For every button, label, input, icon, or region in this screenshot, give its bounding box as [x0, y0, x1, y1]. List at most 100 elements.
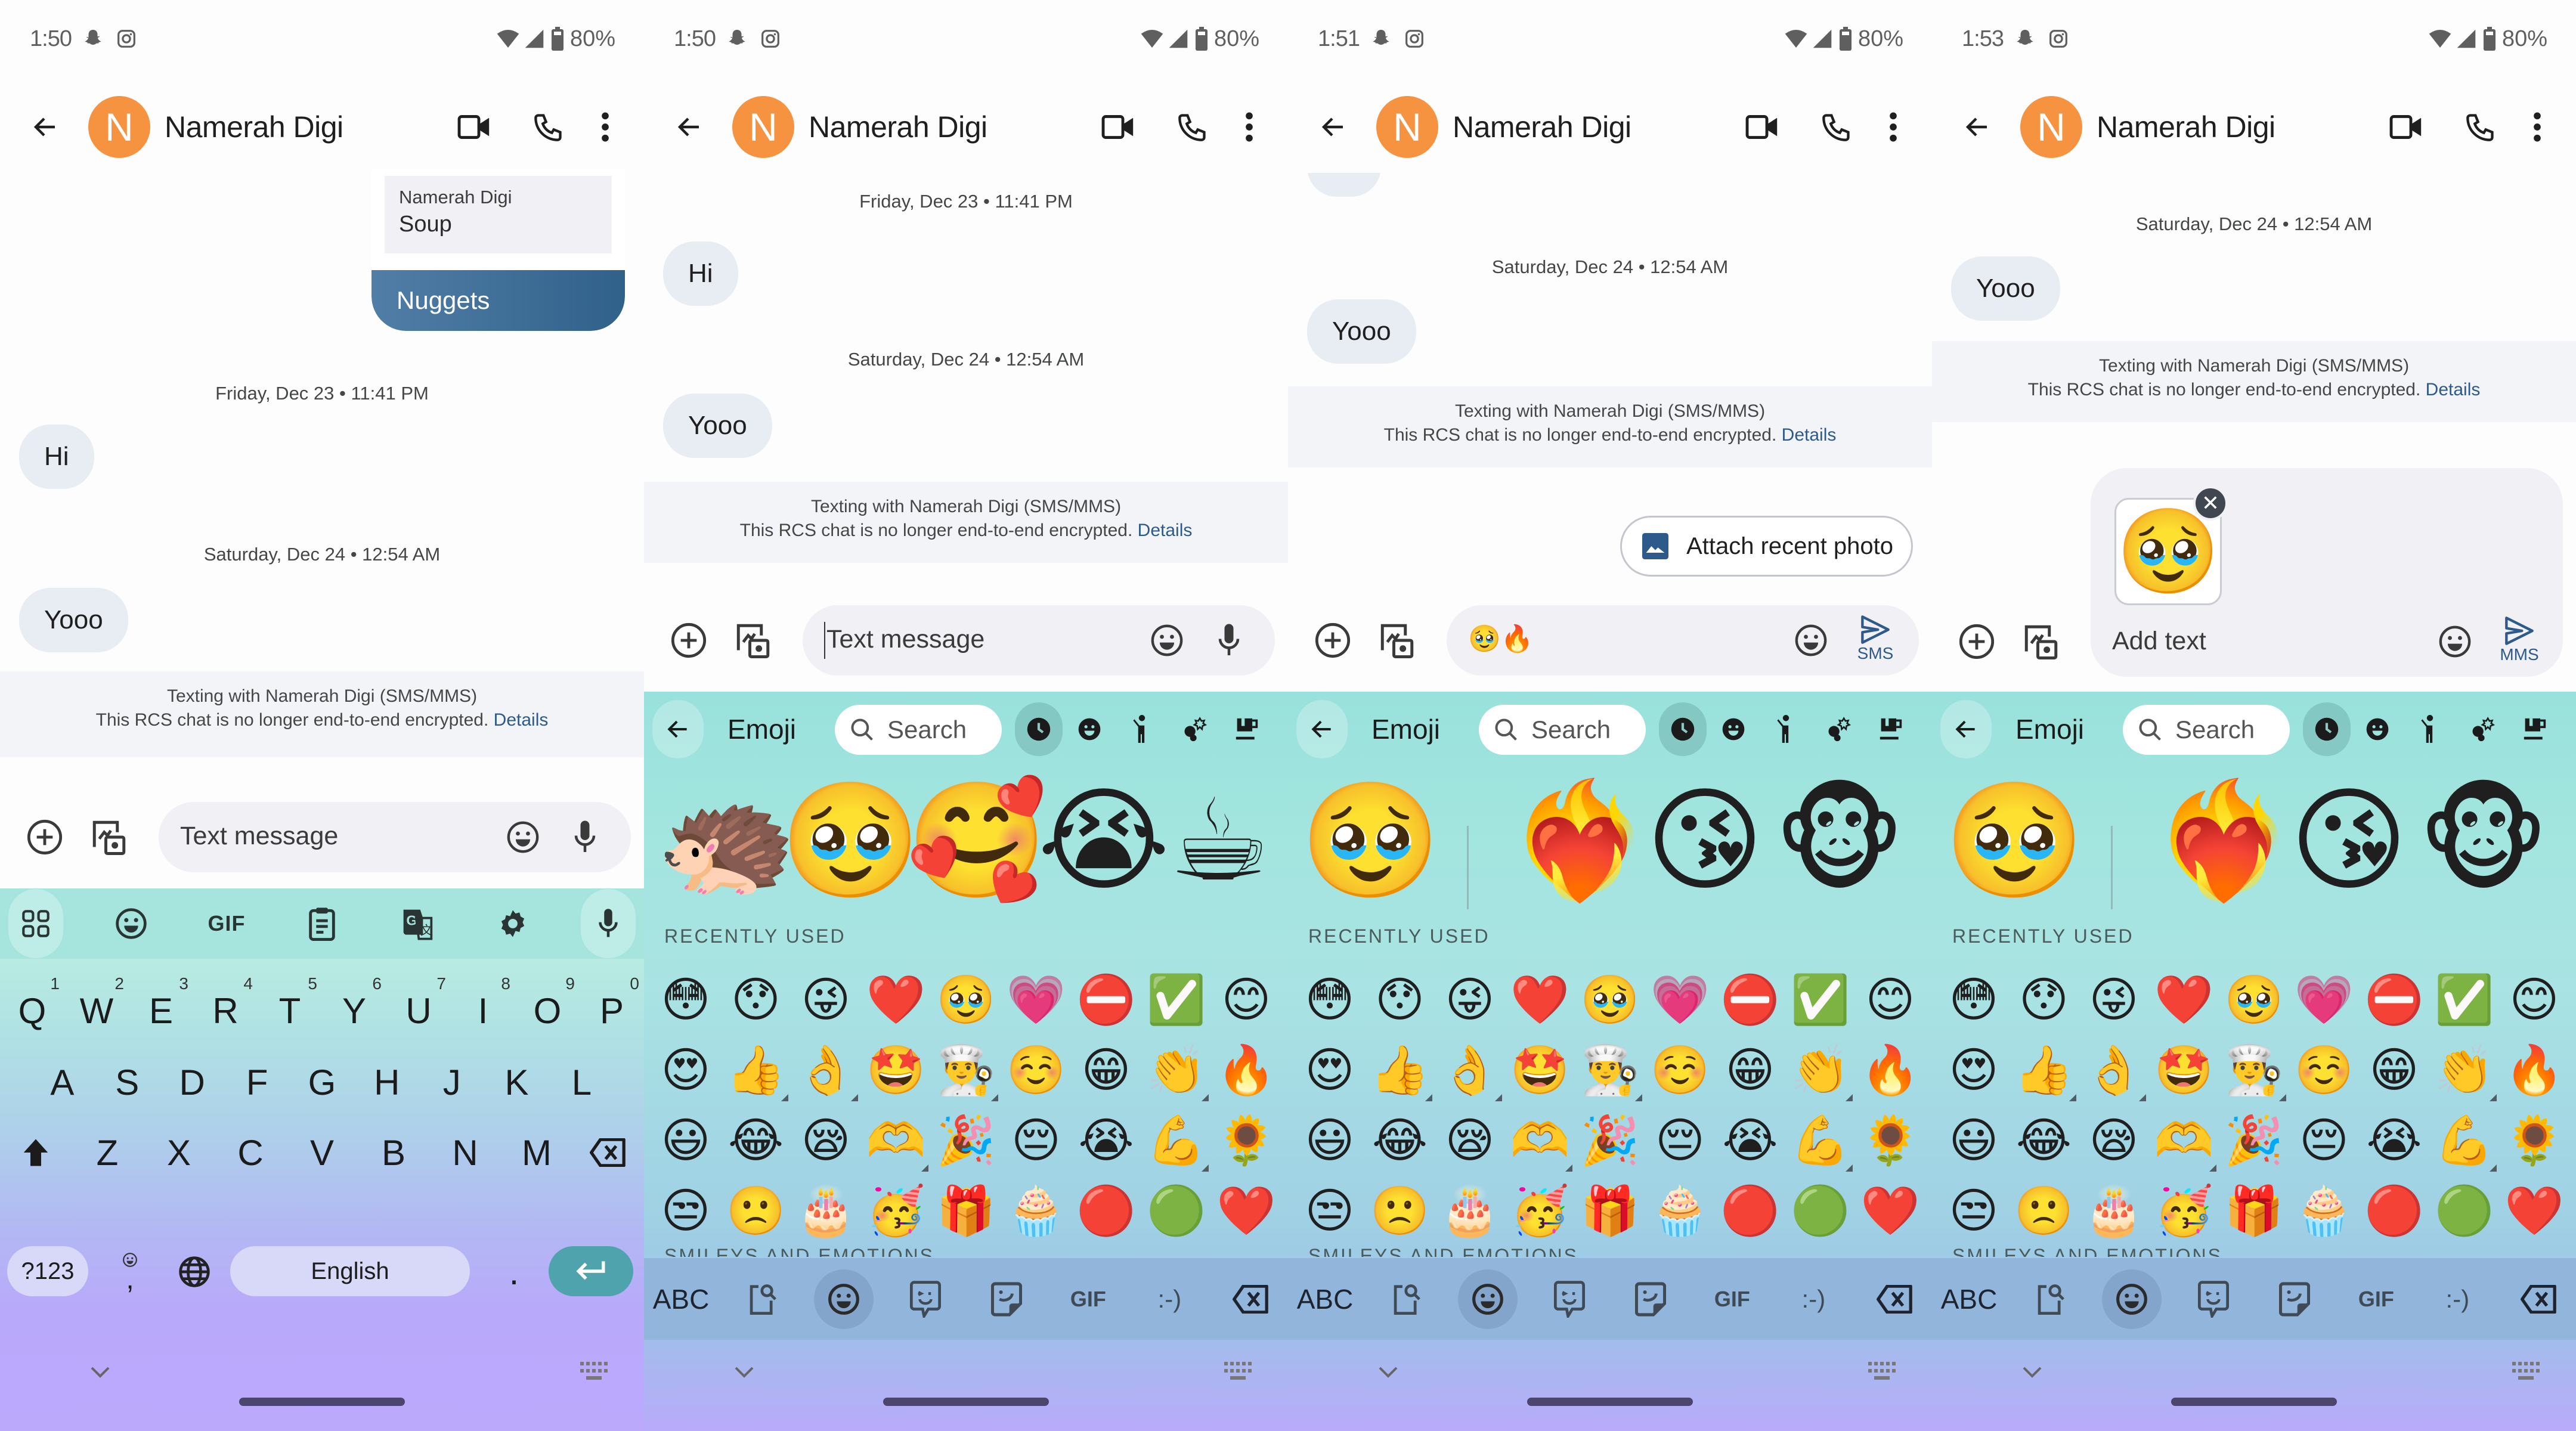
translate-button[interactable]: G文 — [390, 889, 445, 958]
category-recent-tab[interactable] — [1659, 702, 1707, 756]
phone-call-button[interactable] — [2457, 103, 2504, 151]
emoji-key[interactable]: ❤️ — [2151, 976, 2218, 1024]
category-recent-tab[interactable] — [1015, 702, 1063, 756]
emoji-key[interactable]: 👌 — [2080, 1046, 2147, 1101]
emoji-key[interactable]: ☺️ — [1003, 1046, 1070, 1094]
stickers-button[interactable] — [1621, 1269, 1680, 1329]
emoji-key[interactable]: 😪 — [2080, 1117, 2147, 1164]
emoji-key[interactable]: 😯 — [1367, 976, 1433, 1024]
key-k[interactable]: K — [487, 1049, 547, 1115]
abc-keyboard-button[interactable]: ABC — [651, 1269, 711, 1329]
message-input[interactable]: Text message — [159, 802, 631, 872]
emoji-key[interactable]: 😳 — [652, 976, 719, 1024]
hide-keyboard-chevron-icon[interactable] — [88, 1359, 112, 1383]
key-z[interactable]: Z — [78, 1120, 137, 1185]
sticker-search-button[interactable] — [2021, 1269, 2080, 1329]
hide-keyboard-chevron-icon[interactable] — [732, 1359, 756, 1383]
stickers-button[interactable] — [2265, 1269, 2324, 1329]
emoji-key[interactable]: 🟢 — [1787, 1187, 1854, 1235]
key-a[interactable]: A — [32, 1049, 92, 1115]
emoticons-button[interactable]: :-) — [1140, 1269, 1199, 1329]
emoji-key[interactable]: 🟢 — [2431, 1187, 2498, 1235]
emoji-key[interactable]: 💗 — [1647, 976, 1714, 1024]
sticker-suggestion[interactable]: 🦔 — [656, 784, 797, 897]
emoji-key[interactable]: 👨‍🍳 — [2221, 1046, 2287, 1101]
key-x[interactable]: X — [149, 1120, 209, 1185]
comma-key[interactable]: , — [100, 1239, 160, 1305]
emoji-key[interactable]: 💗 — [2291, 976, 2358, 1024]
gallery-button[interactable] — [1376, 620, 1418, 661]
key-g[interactable]: G — [292, 1049, 352, 1115]
category-food-tab[interactable] — [1870, 708, 1912, 750]
category-recent-tab[interactable] — [2303, 702, 2351, 756]
stickers-button[interactable] — [977, 1269, 1036, 1329]
emoji-key[interactable]: 😳 — [1940, 976, 2007, 1024]
emoji-key[interactable]: 😍 — [1296, 1046, 1363, 1094]
emoji-key[interactable]: 😊 — [1857, 976, 1924, 1024]
message-input[interactable]: Text message — [803, 605, 1275, 676]
emoji-key[interactable]: 🔥 — [1213, 1046, 1280, 1094]
emoji-key[interactable]: ✅ — [2431, 976, 2498, 1024]
phone-call-button[interactable] — [1169, 103, 1216, 151]
video-call-button[interactable] — [2383, 103, 2431, 151]
emoji-key[interactable]: ❤️ — [863, 976, 930, 1024]
add-attachment-button[interactable] — [668, 620, 710, 661]
keyboard-switcher-icon[interactable] — [1866, 1359, 1896, 1383]
emoji-key[interactable]: 🎂 — [792, 1187, 859, 1235]
emoji-key[interactable]: 🙁 — [1367, 1187, 1433, 1235]
gallery-button[interactable] — [88, 816, 130, 858]
message-bubble[interactable]: Hi — [19, 425, 94, 489]
attach-recent-photo-button[interactable]: Attach recent photo — [1620, 516, 1913, 577]
key-y[interactable]: Y6 — [324, 974, 384, 1043]
emoji-key[interactable]: 💪 — [1787, 1117, 1854, 1172]
emoji-key[interactable]: 😃 — [1296, 1117, 1363, 1164]
emoji-key[interactable]: 👍 — [1367, 1046, 1433, 1101]
bitmoji-button[interactable] — [896, 1269, 955, 1329]
symbols-key[interactable]: ?123 — [7, 1246, 88, 1296]
emoji-key[interactable]: 🎉 — [933, 1117, 999, 1164]
emoticons-button[interactable]: :-) — [1784, 1269, 1843, 1329]
keyboard-switcher-icon[interactable] — [2510, 1359, 2540, 1383]
hide-keyboard-chevron-icon[interactable] — [1376, 1359, 1400, 1383]
emoji-kitchen-sticker[interactable]: 😘 — [1646, 784, 1764, 897]
gallery-button[interactable] — [732, 620, 774, 661]
gif-button[interactable]: GIF — [199, 889, 254, 958]
emoji-key[interactable]: 😒 — [652, 1187, 719, 1235]
backspace-button[interactable] — [2509, 1269, 2569, 1329]
gif-button[interactable]: GIF — [1702, 1269, 1762, 1329]
key-e[interactable]: E3 — [131, 974, 191, 1043]
bitmoji-button[interactable] — [2184, 1269, 2243, 1329]
key-j[interactable]: J — [422, 1049, 482, 1115]
message-bubble[interactable]: Hi — [663, 241, 738, 306]
category-smileys-tab[interactable] — [2357, 708, 2398, 750]
emoji-key[interactable]: 🥹 — [933, 976, 999, 1024]
category-people-tab[interactable] — [2409, 708, 2451, 750]
details-link[interactable]: Details — [494, 710, 549, 730]
emoji-key[interactable]: ⛔ — [1717, 976, 1784, 1024]
message-bubble[interactable]: Yooo — [1307, 299, 1416, 364]
backspace-button[interactable] — [1865, 1269, 1925, 1329]
emoji-key[interactable]: 💪 — [1143, 1117, 1210, 1172]
sticker-suggestion[interactable]: 🥰 — [906, 784, 1048, 897]
emoji-key[interactable]: 😜 — [2080, 976, 2147, 1024]
category-people-tab[interactable] — [1121, 708, 1163, 750]
emoji-key[interactable]: 😒 — [1940, 1187, 2007, 1235]
apps-button[interactable] — [8, 889, 63, 958]
key-o[interactable]: O9 — [518, 974, 577, 1043]
contact-name[interactable]: Namerah Digi — [165, 110, 343, 144]
emoji-key[interactable]: 🌻 — [2501, 1117, 2568, 1164]
voice-typing-button[interactable] — [581, 889, 636, 958]
details-link[interactable]: Details — [1138, 521, 1193, 540]
remove-attachment-button[interactable]: ✕ — [2193, 486, 2228, 521]
voice-input-button[interactable] — [564, 816, 606, 858]
emoji-key[interactable]: 🧁 — [2291, 1187, 2358, 1235]
emoji-key[interactable]: 🔴 — [2361, 1187, 2428, 1235]
gif-button[interactable]: GIF — [2346, 1269, 2406, 1329]
emoji-kitchen-sticker[interactable]: ❤️‍🔥 — [2153, 784, 2294, 897]
emoji-tab-button[interactable] — [814, 1269, 874, 1329]
video-call-button[interactable] — [1095, 103, 1143, 151]
sticker-suggestion[interactable]: 😭 — [1038, 784, 1170, 897]
home-gesture-handle[interactable] — [883, 1398, 1049, 1406]
emoji-key[interactable]: 😜 — [792, 976, 859, 1024]
emoji-key[interactable]: 🙁 — [723, 1187, 789, 1235]
